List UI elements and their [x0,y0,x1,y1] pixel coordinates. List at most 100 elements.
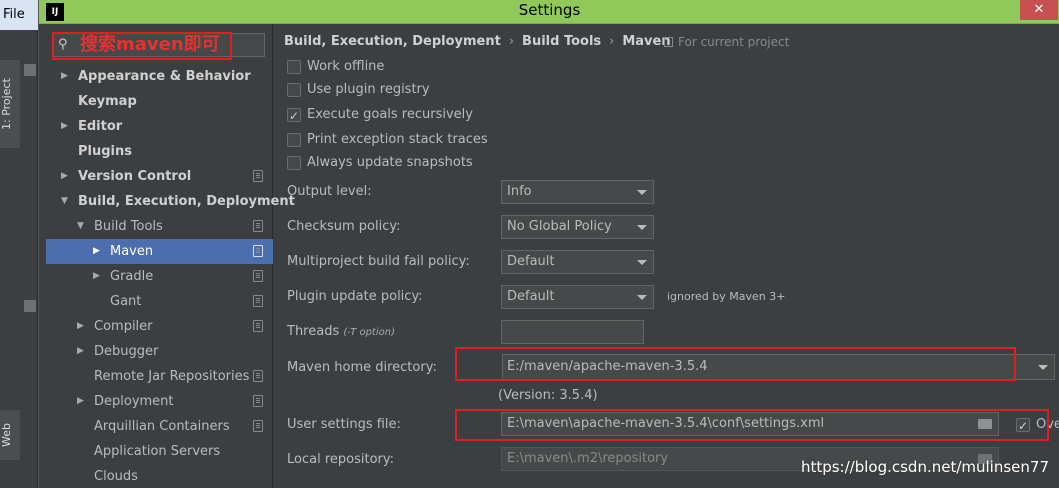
expand-arrow-icon: ▶ [93,271,100,281]
nav-label: Version Control [78,169,192,184]
project-tool-tab[interactable]: 1: Project [0,60,20,148]
checkbox-label: Print exception stack traces [307,132,488,147]
nav-version-control[interactable]: ▶ Version Control [39,164,273,189]
user-settings-label: User settings file: [287,417,401,432]
collapse-arrow-icon: ▼ [61,196,68,206]
nav-label: Arquillian Containers [94,419,230,434]
project-scope-icon [253,370,263,382]
output-level-select[interactable]: Info [501,180,654,204]
breadcrumb-separator: › [508,34,515,49]
checkbox-box[interactable] [287,83,301,97]
checkbox-box[interactable] [287,106,301,126]
nav-label: Gradle [110,269,154,284]
highlight-maven-home [455,347,1016,381]
nav-deployment[interactable]: ▶ Deployment [39,389,273,414]
web-tool-tab[interactable]: Web [0,410,20,460]
breadcrumb-separator: › [609,34,615,49]
checkbox-box[interactable] [287,60,301,74]
maven-home-label: Maven home directory: [287,360,437,375]
nav-remote-jar-repositories[interactable]: Remote Jar Repositories [39,364,273,389]
project-scope-icon [253,320,263,332]
plugin-update-policy-select[interactable]: Default [501,285,654,309]
maven-version-text: (Version: 3.5.4) [498,388,598,403]
input-value: E:\maven\.m2\repository [507,451,669,466]
nav-application-servers[interactable]: Application Servers [39,439,273,464]
threads-input[interactable] [501,320,644,344]
checkbox-label: Work offline [307,59,385,74]
project-scope-icon [253,395,263,407]
file-menu[interactable]: File [3,7,25,22]
highlight-search [52,32,232,60]
nav-label: Debugger [94,344,159,359]
threads-label-text: Threads [287,324,340,339]
checkbox-box[interactable] [287,133,301,147]
breadcrumb-part: Build, Execution, Deployment [284,34,501,49]
chevron-down-icon [1038,365,1048,370]
nav-arquillian-containers[interactable]: Arquillian Containers [39,414,273,439]
threads-hint: (-T option) [343,327,395,338]
project-scope-icon [253,245,263,257]
nav-label: Maven [110,244,154,259]
expand-arrow-icon: ▶ [61,121,68,131]
multiproject-fail-policy-select[interactable]: Default [501,250,654,274]
nav-appearance-behavior[interactable]: ▶ Appearance & Behavior [39,64,273,89]
nav-gant[interactable]: Gant [39,289,273,314]
select-value: Info [507,184,532,199]
watermark: https://blog.csdn.net/mulinsen77 [800,458,1049,476]
output-level-label: Output level: [287,184,372,199]
nav-label: Plugins [78,144,132,159]
project-scope-icon [664,37,673,47]
nav-label: Remote Jar Repositories [94,369,250,384]
nav-label: Editor [78,119,123,134]
nav-label: Appearance & Behavior [78,69,251,84]
chevron-down-icon [637,260,647,265]
nav-label: Compiler [94,319,153,334]
checksum-policy-label: Checksum policy: [287,219,401,234]
chevron-down-icon [637,190,647,195]
chevron-down-icon [637,225,647,230]
nav-debugger[interactable]: ▶ Debugger [39,339,273,364]
project-scope-icon [253,220,263,232]
expand-arrow-icon: ▶ [77,396,84,406]
nav-compiler[interactable]: ▶ Compiler [39,314,273,339]
select-value: No Global Policy [507,219,612,234]
expand-arrow-icon: ▶ [77,346,84,356]
project-scope-icon [253,170,263,182]
close-button[interactable]: ✕ [1020,0,1058,20]
checksum-policy-select[interactable]: No Global Policy [501,215,654,239]
checkbox-label: Always update snapshots [307,155,473,170]
threads-label: Threads (-T option) [287,324,395,339]
collapse-arrow-icon: ▼ [77,221,84,231]
expand-arrow-icon: ▶ [93,246,100,256]
plugin-update-policy-label: Plugin update policy: [287,289,423,304]
expand-arrow-icon: ▶ [61,71,68,81]
nav-maven[interactable]: ▶ Maven [46,239,273,264]
nav-label: Clouds [94,469,138,484]
scope-label: For current project [678,35,790,49]
nav-build-execution-deployment[interactable]: ▼ Build, Execution, Deployment [39,189,295,214]
checkbox-label: Use plugin registry [307,82,430,97]
nav-clouds[interactable]: Clouds [39,464,273,488]
expand-arrow-icon: ▶ [77,321,84,331]
nav-label: Keymap [78,94,137,109]
title-bar[interactable]: IJ Settings ✕ [39,0,1059,24]
nav-label: Build, Execution, Deployment [78,194,295,209]
nav-gradle[interactable]: ▶ Gradle [39,264,273,289]
select-value: Default [507,289,555,304]
project-scope-icon [253,295,263,307]
local-repository-label: Local repository: [287,452,394,467]
chevron-down-icon [637,295,647,300]
breadcrumb: Build, Execution, Deployment › Build Tools… [284,34,671,49]
nav-label: Gant [110,294,142,309]
nav-keymap[interactable]: Keymap [39,89,273,114]
checkbox-box[interactable] [287,156,301,170]
nav-editor[interactable]: ▶ Editor [39,114,273,139]
breadcrumb-part: Build Tools [522,34,602,49]
project-scope-icon [253,270,263,282]
highlight-user-settings [455,409,1049,441]
window-title: Settings [518,1,581,19]
nav-build-tools[interactable]: ▼ Build Tools [39,214,273,239]
project-icon [24,64,36,76]
nav-plugins[interactable]: Plugins [39,139,273,164]
project-scope-icon [253,420,263,432]
